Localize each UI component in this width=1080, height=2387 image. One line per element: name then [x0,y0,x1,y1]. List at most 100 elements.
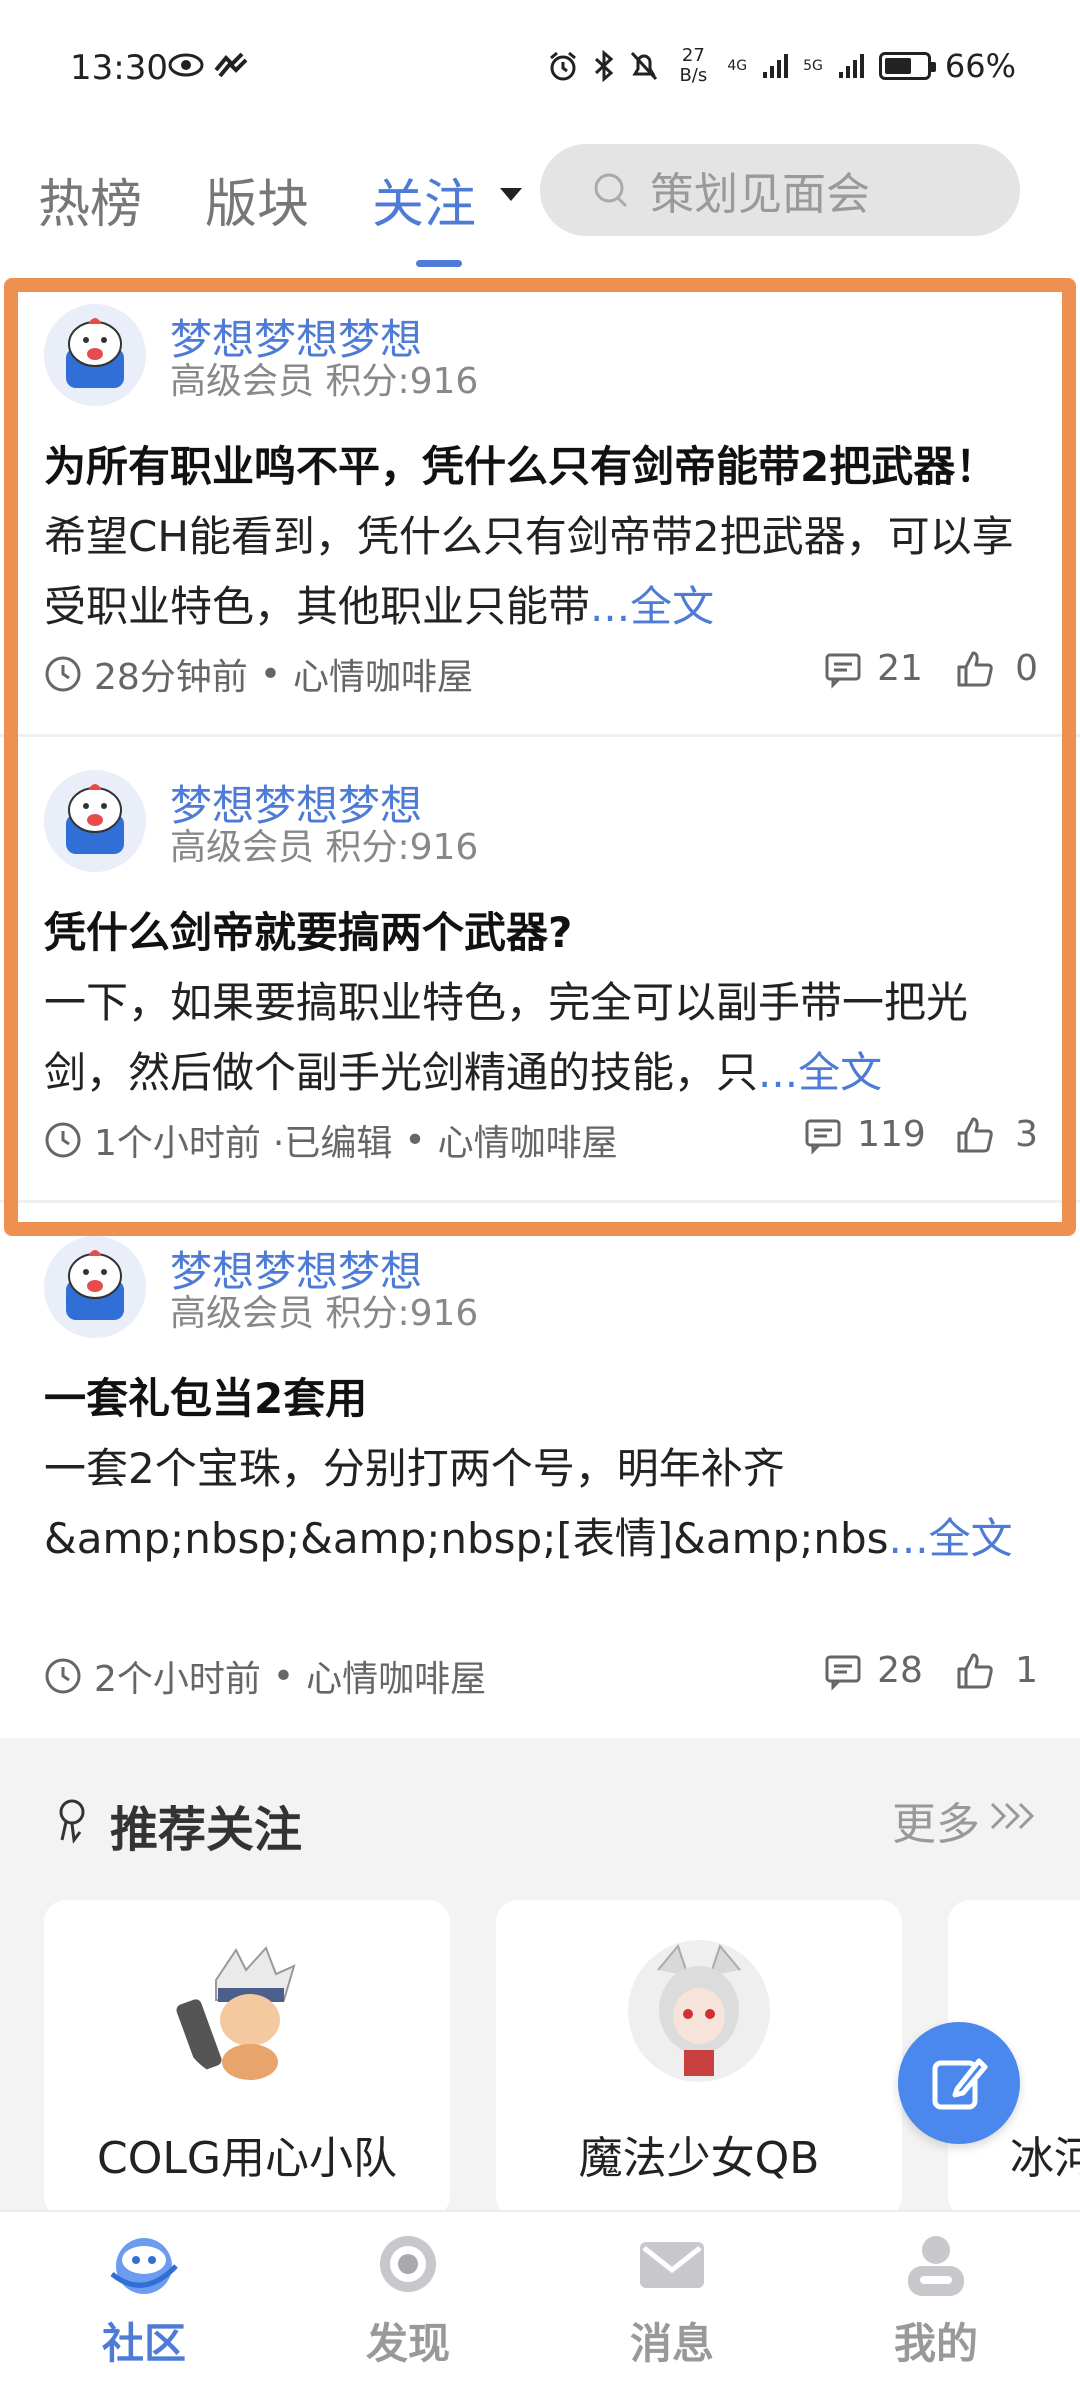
recommend-title: 推荐关注 [110,1802,303,1858]
eye-icon [168,53,204,77]
alarm-icon [550,51,577,81]
post-item[interactable]: 梦想梦想梦想 高级会员 积分:916 一套礼包当2套用 一套2个宝珠，分别打两个号… [0,1222,1080,1722]
comment-count: 21 [877,648,923,689]
comment-icon[interactable] [803,1115,843,1155]
clock-icon [45,1122,81,1158]
compose-button[interactable] [898,2022,1020,2144]
separator-dot: • [259,653,282,695]
post-footer: 28分钟前 • 心情咖啡屋 21 0 [44,648,1038,698]
edit-icon [932,2058,988,2110]
bluetooth-icon [595,50,614,82]
post-edited: ·已编辑 [272,1123,393,1164]
bottom-nav: 社区 发现 消息 我的 [0,2210,1080,2387]
battery-percent: 66% [944,47,1016,85]
like-icon[interactable] [955,1651,995,1691]
post-excerpt: 一套2个宝珠，分别打两个号，明年补齐&amp;nbsp;&amp;nbsp;[表… [44,1444,889,1563]
post-item[interactable]: 梦想梦想梦想 高级会员 积分:916 为所有职业鸣不平，凭什么只有剑帝能带2把武… [0,290,1080,740]
read-more-link[interactable]: ...全文 [758,1048,882,1097]
status-left-icons [168,52,248,78]
post-meta: 1个小时前 ·已编辑 • 心情咖啡屋 [44,1114,618,1166]
status-right: 27 B/s 4G 5G 66% [547,46,1016,86]
search-icon [594,173,628,208]
clock-icon [45,656,81,692]
nav-messages[interactable]: 消息 [592,2230,752,2371]
post-content[interactable]: 为所有职业鸣不平，凭什么只有剑帝能带2把武器！ 希望CH能看到，凭什么只有剑帝带… [44,432,1038,642]
avatar[interactable] [176,1940,318,2082]
status-time: 13:30 [70,48,168,88]
post-stats: 28 1 [823,1650,1038,1691]
post-content[interactable]: 凭什么剑帝就要搞两个武器? 一下，如果要搞职业特色，完全可以副手带一把光剑，然后做… [44,898,1038,1108]
battery-icon [878,52,936,80]
tab-board[interactable]: 版块 [205,162,309,237]
avatar[interactable] [44,1236,146,1338]
post-footer: 1个小时前 ·已编辑 • 心情咖啡屋 119 3 [44,1114,1038,1164]
nav-label: 我的 [893,2319,978,2368]
avatar-mascot-icon [44,1236,146,1338]
post-board[interactable]: 心情咖啡屋 [293,648,473,700]
ninja-avatar-icon [176,1940,318,2082]
post-time: 1个小时前 [94,1123,261,1164]
like-icon[interactable] [955,649,995,689]
like-count: 1 [1015,1650,1038,1691]
double-chevron-right-icon[interactable] [988,1800,1038,1832]
recommend-icon [59,1799,85,1844]
post-board[interactable]: 心情咖啡屋 [306,1650,486,1702]
divider [0,1200,1080,1203]
post-content[interactable]: 一套礼包当2套用 一套2个宝珠，分别打两个号，明年补齐&amp;nbsp;&amp… [44,1364,1038,1574]
net-speed-value: 27 [681,45,705,66]
recommend-user-card[interactable]: 魔法少女QB [496,1900,902,2218]
nav-label: 消息 [629,2319,714,2368]
post-meta: 28分钟前 • 心情咖啡屋 [44,648,473,700]
comment-count: 28 [877,1650,923,1691]
post-title: 凭什么剑帝就要搞两个武器? [44,908,573,957]
caret-down-icon[interactable] [500,188,522,201]
community-icon [110,2238,178,2294]
search-placeholder: 策划见面会 [650,169,870,220]
post-board[interactable]: 心情咖啡屋 [438,1114,618,1166]
nav-label: 发现 [365,2319,450,2368]
nav-discover[interactable]: 发现 [328,2230,488,2371]
active-tab-indicator [416,260,462,267]
nav-community[interactable]: 社区 [64,2230,224,2371]
avatar[interactable] [44,770,146,872]
post-title: 为所有职业鸣不平，凭什么只有剑帝能带2把武器！ [44,442,998,491]
post-time: 28分钟前 [94,657,248,698]
comment-icon[interactable] [823,649,863,689]
tab-hot[interactable]: 热榜 [38,162,142,237]
clock-icon [45,1658,81,1694]
status-bar: 13:30 27 B/s 4G 5G 66% [0,0,1080,130]
signal1-label: 4G [727,58,748,74]
mute-bell-icon [631,51,658,81]
girl-avatar-icon [628,1940,770,2082]
recommend-user-name[interactable]: 冰河 [1010,2122,1080,2186]
post-stats: 21 0 [823,648,1038,689]
like-icon[interactable] [955,1115,995,1155]
avatar-mascot-icon [44,304,146,406]
post-meta: 2个小时前 • 心情咖啡屋 [44,1650,486,1702]
mail-icon [640,2242,704,2288]
recommend-user-name[interactable]: COLG用心小队 [44,2122,450,2186]
read-more-link[interactable]: ...全文 [590,582,714,631]
profile-icon [908,2236,964,2296]
comment-icon[interactable] [823,1651,863,1691]
recommend-user-name[interactable]: 魔法少女QB [496,2122,902,2186]
discover-icon [380,2236,436,2292]
signal-icon [763,54,789,78]
post-item[interactable]: 梦想梦想梦想 高级会员 积分:916 凭什么剑帝就要搞两个武器? 一下，如果要搞职… [0,756,1080,1206]
like-count: 0 [1015,648,1038,689]
avatar[interactable] [628,1940,770,2082]
recommend-section: 推荐关注 更多 COLG用心小队 魔法少女QB 冰河 [0,1738,1080,2218]
comment-count: 119 [857,1114,926,1155]
nav-profile[interactable]: 我的 [856,2230,1016,2371]
recommend-more-link[interactable]: 更多 [892,1788,980,1852]
link-icon [214,52,248,78]
tab-follow[interactable]: 关注 [372,162,476,237]
avatar[interactable] [44,304,146,406]
signal-icon-2 [838,54,864,78]
user-meta: 高级会员 积分:916 [170,1293,479,1334]
post-stats: 119 3 [803,1114,1038,1155]
post-time: 2个小时前 [94,1659,261,1700]
search-box[interactable]: 策划见面会 [540,144,1020,236]
read-more-link[interactable]: ...全文 [889,1514,1013,1563]
recommend-user-card[interactable]: COLG用心小队 [44,1900,450,2218]
